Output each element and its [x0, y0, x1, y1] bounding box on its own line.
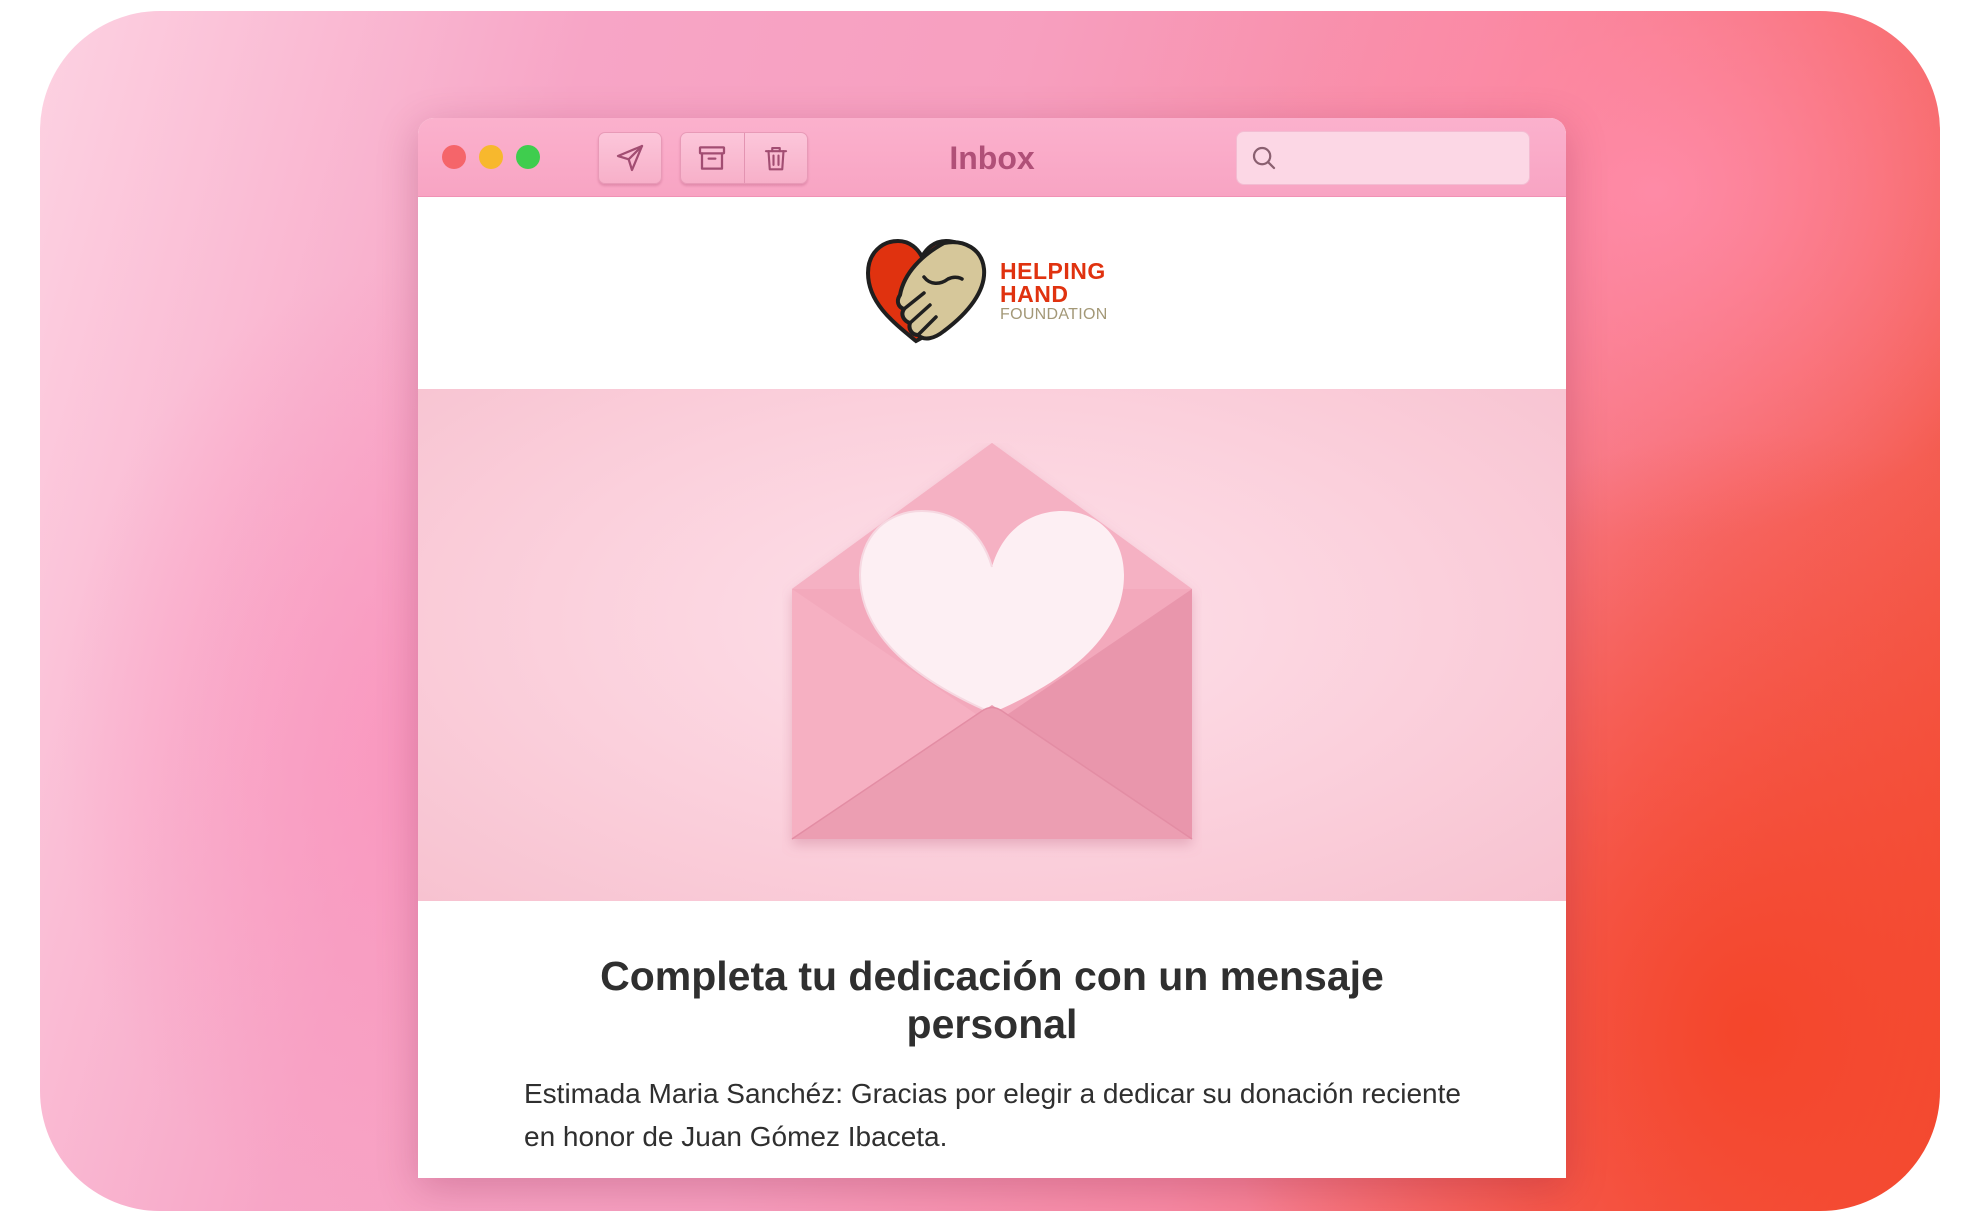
mail-window: Inbox HELPING HAND FOUNDATION Completa t… [418, 118, 1566, 1178]
zoom-window-button[interactable] [516, 145, 540, 169]
email-body-text: Estimada Maria Sanchéz: Gracias por eleg… [524, 1077, 1461, 1152]
archive-button[interactable] [681, 133, 744, 183]
logo-word-helping: HELPING [1000, 257, 1106, 284]
archive-icon [699, 146, 726, 170]
logo-word-foundation: FOUNDATION [1000, 305, 1108, 323]
send-button[interactable] [598, 132, 662, 184]
helping-hand-logo: HELPING HAND FOUNDATION [864, 237, 1108, 345]
minimize-window-button[interactable] [479, 145, 503, 169]
archive-delete-group [680, 132, 808, 184]
send-icon [616, 144, 644, 172]
email-body: Completa tu dedicación con un mensaje pe… [418, 901, 1566, 1159]
email-header: HELPING HAND FOUNDATION [418, 197, 1566, 389]
hero-image [418, 389, 1566, 901]
trash-icon [764, 146, 787, 171]
logo-word-hand: HAND [1000, 280, 1069, 307]
search-input[interactable] [1287, 144, 1521, 172]
heart-hand-logo-icon [865, 238, 987, 344]
search-field[interactable] [1236, 131, 1530, 185]
email-headline: Completa tu dedicación con un mensaje pe… [600, 953, 1384, 1047]
close-window-button[interactable] [442, 145, 466, 169]
envelope-heart-illustration [791, 443, 1193, 840]
delete-button[interactable] [743, 133, 808, 183]
window-titlebar: Inbox [418, 118, 1566, 197]
search-icon [1249, 143, 1279, 173]
